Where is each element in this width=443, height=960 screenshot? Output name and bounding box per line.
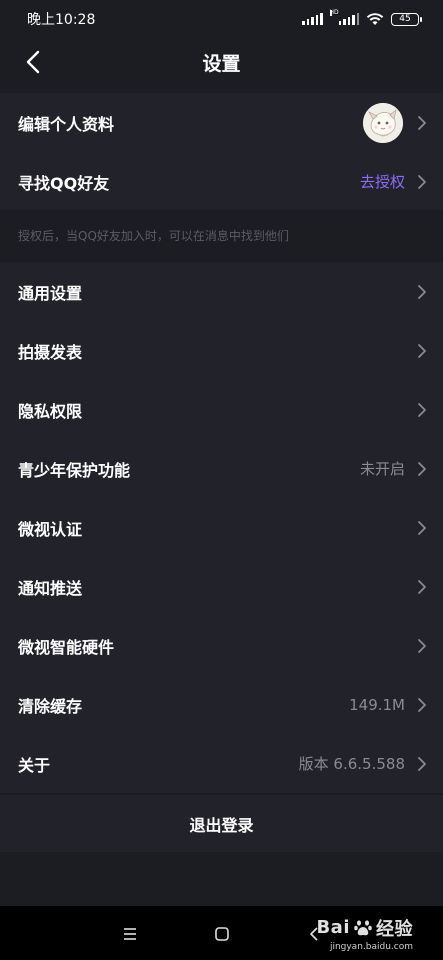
row-label: 拍摄发表 bbox=[18, 342, 83, 362]
header: 设置 bbox=[0, 38, 443, 86]
edit-profile-row[interactable]: 编辑个人资料 bbox=[0, 93, 443, 152]
avatar-image bbox=[363, 102, 403, 143]
youth-protection-status: 未开启 bbox=[359, 460, 405, 478]
hd-signal-icon: HD bbox=[329, 9, 359, 25]
clear-cache-row[interactable]: 清除缓存 149.1M bbox=[0, 675, 443, 734]
row-label: 关于 bbox=[18, 755, 51, 775]
qq-auth-hint: 授权后，当QQ好友加入时，可以在消息中找到他们 bbox=[0, 210, 443, 260]
watermark-url: jingyan.baidu.com bbox=[329, 941, 413, 952]
chevron-right-icon bbox=[418, 756, 426, 771]
back-arrow-icon bbox=[26, 50, 40, 74]
privacy-row[interactable]: 隐私权限 bbox=[0, 380, 443, 439]
watermark-brand-suffix: 经验 bbox=[376, 918, 413, 940]
verification-row[interactable]: 微视认证 bbox=[0, 498, 443, 557]
status-icons: HD 45 bbox=[302, 9, 422, 26]
status-time: 晚上10:28 bbox=[27, 12, 96, 28]
row-label: 通用设置 bbox=[18, 283, 83, 303]
baidu-watermark: Bai 经验 jingyan.baidu.com bbox=[316, 906, 413, 960]
cache-size: 149.1M bbox=[349, 695, 405, 714]
authorize-link[interactable]: 去授权 bbox=[360, 171, 405, 192]
menu-nav-button[interactable] bbox=[120, 924, 140, 944]
menu-icon bbox=[124, 928, 136, 940]
notifications-row[interactable]: 通知推送 bbox=[0, 557, 443, 616]
profile-section: 编辑个人资料 寻找QQ好友 去授权 bbox=[0, 93, 443, 211]
settings-section: 通用设置 拍摄发表 隐私权限 青少年保护功能 未开启 微视认证 通知推送 微视智… bbox=[0, 262, 443, 793]
chevron-right-icon bbox=[418, 697, 426, 712]
app-version: 版本 6.6.5.588 bbox=[298, 755, 405, 773]
watermark-brand-prefix: Bai bbox=[316, 917, 350, 938]
page-title: 设置 bbox=[202, 52, 241, 75]
chevron-right-icon bbox=[418, 343, 426, 358]
chevron-right-icon bbox=[418, 520, 426, 535]
row-label: 清除缓存 bbox=[18, 696, 83, 716]
about-row[interactable]: 关于 版本 6.6.5.588 bbox=[0, 734, 443, 793]
row-label: 隐私权限 bbox=[18, 401, 83, 421]
general-settings-row[interactable]: 通用设置 bbox=[0, 262, 443, 321]
row-label: 青少年保护功能 bbox=[18, 460, 131, 480]
chevron-right-icon bbox=[418, 402, 426, 417]
avatar bbox=[363, 102, 403, 143]
back-button[interactable] bbox=[20, 48, 46, 76]
chevron-right-icon bbox=[418, 579, 426, 594]
chevron-right-icon bbox=[418, 638, 426, 653]
square-home-icon bbox=[215, 927, 229, 941]
signal-icon bbox=[302, 13, 323, 25]
row-label: 通知推送 bbox=[18, 578, 83, 598]
chevron-right-icon bbox=[418, 174, 426, 189]
battery-icon: 45 bbox=[391, 12, 422, 26]
shoot-publish-row[interactable]: 拍摄发表 bbox=[0, 321, 443, 380]
chevron-right-icon bbox=[418, 284, 426, 299]
smart-hardware-row[interactable]: 微视智能硬件 bbox=[0, 616, 443, 675]
chevron-right-icon bbox=[418, 461, 426, 476]
row-label: 编辑个人资料 bbox=[18, 114, 115, 134]
watermark-brand: Bai 经验 bbox=[316, 915, 413, 941]
row-label: 寻找QQ好友 bbox=[18, 173, 110, 193]
wifi-icon bbox=[366, 13, 384, 25]
home-nav-button[interactable] bbox=[212, 924, 232, 944]
hd-label: HD bbox=[329, 9, 339, 16]
logout-button[interactable]: 退出登录 bbox=[0, 795, 443, 852]
youth-protection-row[interactable]: 青少年保护功能 未开启 bbox=[0, 439, 443, 498]
row-label: 微视智能硬件 bbox=[18, 637, 115, 657]
baidu-paw-icon bbox=[354, 919, 372, 935]
find-qq-friends-row[interactable]: 寻找QQ好友 去授权 bbox=[0, 152, 443, 211]
status-bar: 晚上10:28 HD 45 bbox=[0, 0, 443, 38]
chevron-right-icon bbox=[418, 115, 426, 130]
row-label: 微视认证 bbox=[18, 519, 83, 539]
